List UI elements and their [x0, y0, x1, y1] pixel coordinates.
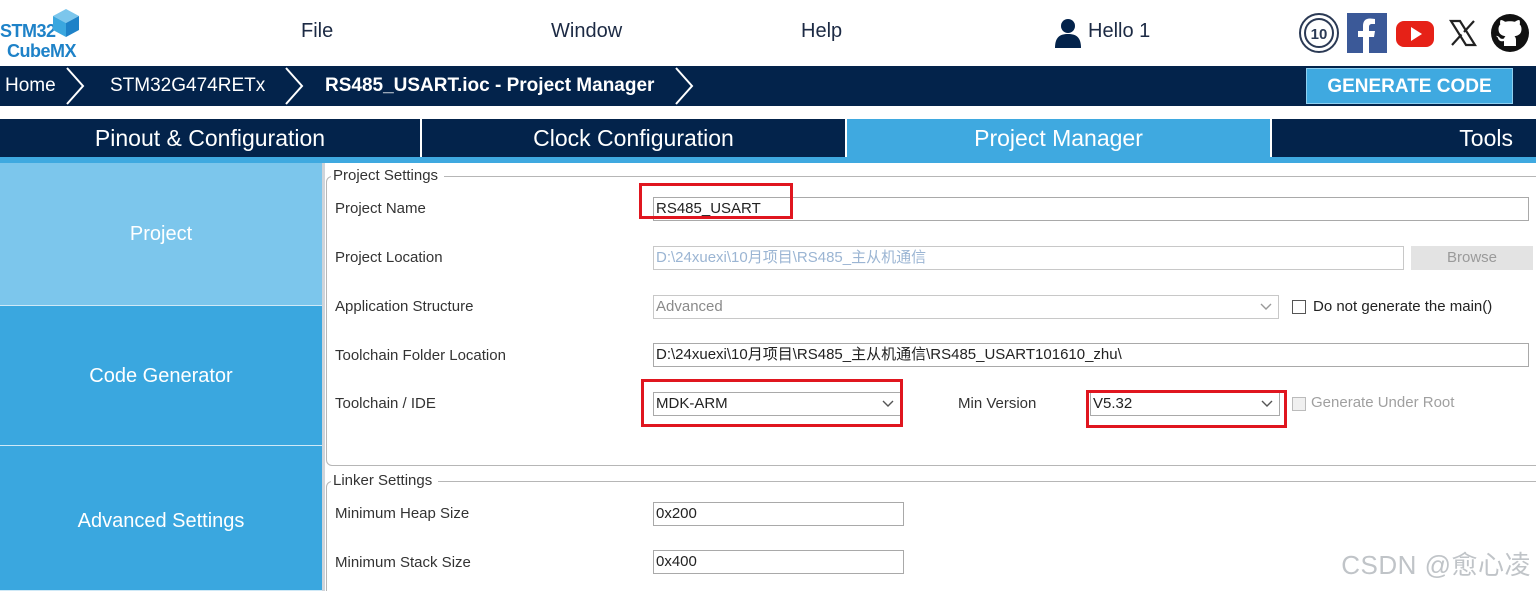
chevron-right-icon [66, 67, 85, 105]
highlight-toolchain-ide [641, 379, 903, 427]
csdn-watermark: CSDN @愈心凌 [1341, 550, 1531, 580]
tab-clock-configuration[interactable]: Clock Configuration [422, 119, 847, 157]
generate-under-root-checkbox[interactable] [1292, 397, 1306, 411]
minimum-stack-size-label: Minimum Stack Size [335, 554, 471, 571]
user-icon[interactable] [1054, 18, 1082, 48]
tab-tools[interactable]: Tools [1272, 119, 1536, 157]
highlight-project-name [639, 183, 793, 219]
menu-window[interactable]: Window [551, 20, 622, 43]
facebook-icon[interactable] [1347, 13, 1387, 53]
tab-project-manager[interactable]: Project Manager [847, 119, 1272, 157]
project-name-label: Project Name [335, 200, 426, 217]
stm32cubemx-logo[interactable]: STM32 CubeMX [0, 8, 84, 62]
sidebar-item-code-generator[interactable]: Code Generator [0, 306, 322, 446]
st-community-icon[interactable]: 10 [1299, 13, 1339, 53]
logo-line2: CubeMX [7, 41, 77, 61]
toolchain-ide-label: Toolchain / IDE [335, 395, 436, 412]
breadcrumb-home[interactable]: Home [5, 66, 56, 106]
main-tabs: Pinout & Configuration Clock Configurati… [0, 119, 1536, 157]
breadcrumb-mcu[interactable]: STM32G474RETx [110, 66, 265, 106]
menu-file[interactable]: File [301, 20, 333, 43]
sidebar-item-project[interactable]: Project [0, 163, 322, 306]
browse-button[interactable]: Browse [1411, 246, 1533, 270]
project-manager-sidebar: Project Code Generator Advanced Settings [0, 163, 322, 591]
project-settings-legend: Project Settings [331, 167, 445, 184]
toolchain-folder-input[interactable]: D:\24xuexi\10月项目\RS485_主从机通信\RS485_USART… [653, 343, 1529, 367]
toolchain-folder-label: Toolchain Folder Location [335, 347, 506, 364]
generate-under-root-label: Generate Under Root [1311, 394, 1455, 411]
linker-settings-legend: Linker Settings [331, 472, 439, 489]
application-structure-value: Advanced [656, 298, 723, 315]
no-main-label: Do not generate the main() [1313, 298, 1493, 315]
minimum-heap-size-input[interactable]: 0x200 [653, 502, 904, 526]
application-structure-select[interactable]: Advanced [653, 295, 1279, 319]
youtube-icon[interactable] [1395, 13, 1435, 53]
user-greeting[interactable]: Hello 1 [1088, 20, 1150, 43]
cube-icon [53, 9, 79, 37]
highlight-min-version [1086, 390, 1287, 428]
project-location-label: Project Location [335, 249, 443, 266]
breadcrumb-project[interactable]: RS485_USART.ioc - Project Manager [325, 66, 654, 106]
x-icon[interactable] [1443, 13, 1483, 53]
application-structure-label: Application Structure [335, 298, 474, 315]
min-version-label: Min Version [958, 395, 1037, 412]
no-main-checkbox[interactable] [1292, 300, 1306, 314]
menu-help[interactable]: Help [801, 20, 842, 43]
chevron-right-icon [285, 67, 304, 105]
cubemx-window: STM32 CubeMX File Window Help Hello 1 10 [0, 0, 1536, 591]
logo-line1: STM32 [0, 21, 56, 41]
sidebar-item-advanced-settings[interactable]: Advanced Settings [0, 446, 322, 591]
minimum-heap-size-label: Minimum Heap Size [335, 505, 470, 522]
chevron-down-icon [1260, 303, 1272, 310]
project-location-input[interactable]: D:\24xuexi\10月项目\RS485_主从机通信 [653, 246, 1404, 270]
generate-code-button[interactable]: GENERATE CODE [1306, 68, 1513, 104]
tab-pinout-configuration[interactable]: Pinout & Configuration [0, 119, 422, 157]
chevron-right-icon [675, 67, 694, 105]
minimum-stack-size-input[interactable]: 0x400 [653, 550, 904, 574]
top-menu-bar: STM32 CubeMX File Window Help Hello 1 10 [0, 0, 1536, 66]
social-badge-number: 10 [1311, 26, 1328, 43]
github-icon[interactable] [1490, 13, 1530, 53]
